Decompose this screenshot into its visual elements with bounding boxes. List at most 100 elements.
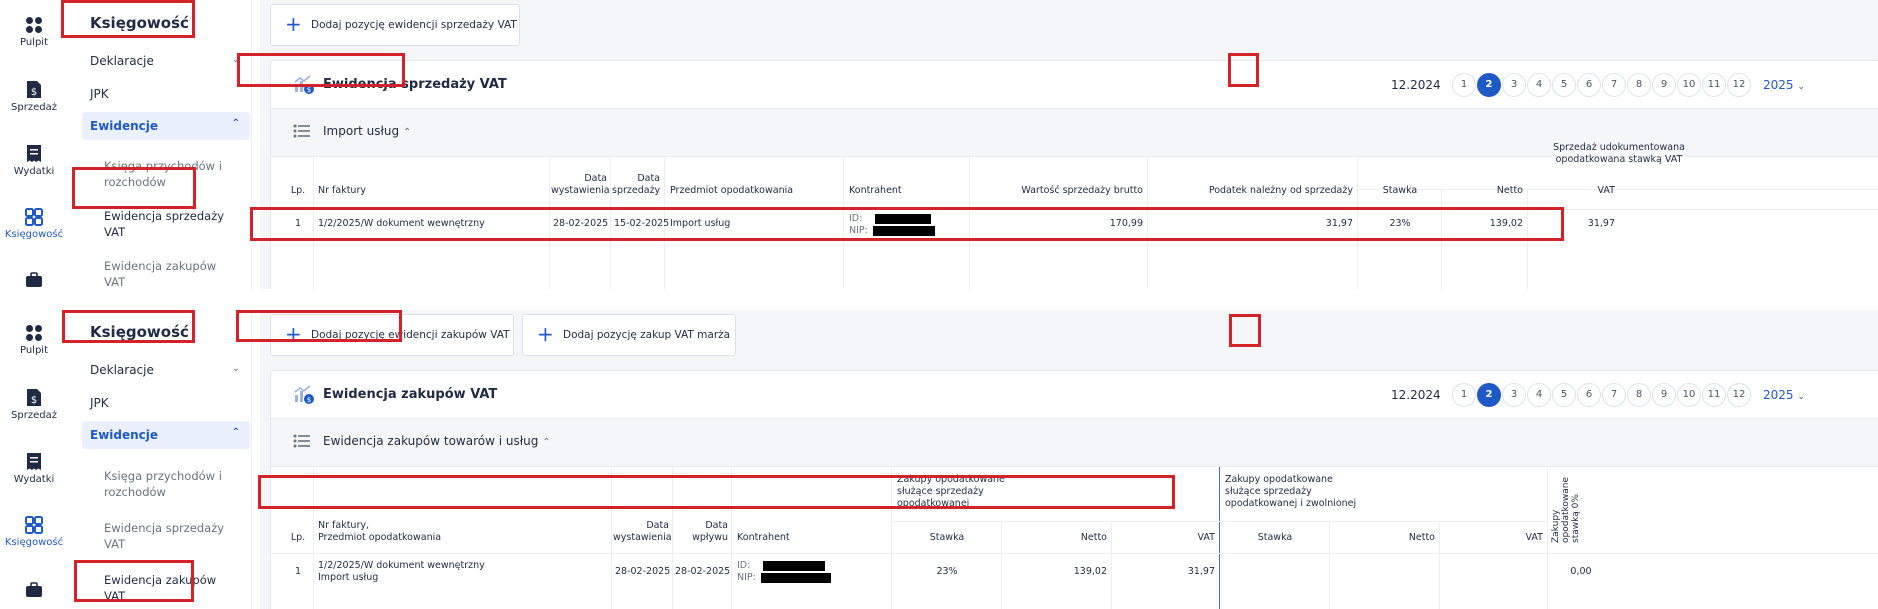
month-button[interactable]: 10 (1677, 73, 1701, 97)
rail-pulpit[interactable]: Pulpit (0, 324, 68, 356)
rail-more[interactable] (0, 272, 68, 289)
month-button[interactable]: 4 (1527, 383, 1551, 407)
col-header-line: służące sprzedaży (897, 486, 984, 497)
sidebar-subitem-ksiega[interactable]: Księga przychodów i rozchodów (104, 468, 244, 500)
sidebar: Księgowość Deklaracje ⌄ JPK Ewidencje ⌃ Ks… (68, 310, 252, 609)
col-kontrahent: Kontrahent (737, 532, 790, 543)
cell-brutto: 170,99 (1109, 218, 1143, 229)
plus-icon: + (285, 322, 302, 346)
previous-period-link[interactable]: 12.2024 (1391, 388, 1441, 402)
sidebar-item-deklaracje[interactable]: Deklaracje ⌄ (90, 54, 240, 68)
sidebar-item-jpk[interactable]: JPK (90, 396, 240, 410)
col-data-wystawienia: Data wystawienia (551, 173, 610, 197)
month-button[interactable]: 9 (1652, 73, 1676, 97)
subitem-line: VAT (104, 537, 126, 551)
sidebar-item-jpk[interactable]: JPK (90, 87, 240, 101)
grid-icon (26, 325, 42, 341)
year-select[interactable]: 2025 ⌄ (1763, 388, 1805, 402)
card-title: Ewidencja sprzedaży VAT (323, 77, 507, 92)
month-button[interactable]: 3 (1502, 73, 1526, 97)
apps-icon (25, 208, 43, 226)
month-button-selected[interactable]: 2 (1477, 383, 1501, 407)
month-button[interactable]: 5 (1552, 383, 1576, 407)
col-nr-faktury: Nr faktury, Przedmiot opodatkowania (318, 520, 441, 544)
section-header[interactable]: Ewidencja zakupów towarów i usług ⌃ (271, 419, 1878, 467)
cell-stawka: 23% (1389, 218, 1411, 229)
sidebar-item-ewidencje[interactable]: Ewidencje ⌃ (82, 112, 250, 140)
sales-register-card: $ Ewidencja sprzedaży VAT 12.2024 1 2 3 … (270, 60, 1878, 289)
cell-data-sprzedazy: 15-02-2025 (614, 218, 670, 229)
rail-sprzedaz[interactable]: $ Sprzedaż (0, 80, 68, 113)
month-button[interactable]: 11 (1702, 73, 1726, 97)
previous-period-link[interactable]: 12.2024 (1391, 78, 1441, 92)
cell-lp: 1 (294, 218, 302, 229)
sidebar-item-deklaracje[interactable]: Deklaracje ⌄ (90, 363, 240, 377)
sidebar-item-label: Deklaracje (90, 54, 154, 68)
month-button[interactable]: 5 (1552, 73, 1576, 97)
month-button[interactable]: 8 (1627, 73, 1651, 97)
icon-rail: Pulpit $ Sprzedaż Wydatki Księgowość (0, 0, 68, 289)
main-content: + Dodaj pozycję ewidencji sprzedaży VAT … (260, 0, 1878, 289)
month-button[interactable]: 11 (1702, 383, 1726, 407)
add-purchase-entry-button[interactable]: + Dodaj pozycję ewidencji zakupów VAT (270, 314, 514, 356)
cell-nr-faktury[interactable]: 1/2/2025/W dokument wewnętrzny (318, 218, 485, 230)
month-button[interactable]: 7 (1602, 383, 1626, 407)
subitem-line: rozchodów (104, 175, 166, 189)
col-header-line: Sprzedaż udokumentowana (1553, 142, 1685, 153)
sidebar-item-label: Deklaracje (90, 363, 154, 377)
sidebar-subitem-ksiega[interactable]: Księga przychodów i rozchodów (104, 158, 244, 190)
chart-coin-icon: $ (294, 75, 314, 94)
svg-text:$: $ (307, 396, 311, 404)
month-button[interactable]: 6 (1577, 383, 1601, 407)
sidebar-subitem-sprzedaz[interactable]: Ewidencja sprzedaży VAT (104, 520, 244, 552)
month-button[interactable]: 3 (1502, 383, 1526, 407)
redacted-id (875, 213, 932, 224)
cell-nr-faktury[interactable]: 1/2/2025/W dokument wewnętrzny Import usł… (318, 560, 485, 584)
sidebar-item-ewidencje[interactable]: Ewidencje ⌃ (82, 421, 250, 449)
month-button[interactable]: 12 (1727, 383, 1751, 407)
month-button[interactable]: 7 (1602, 73, 1626, 97)
subitem-line: VAT (104, 275, 126, 289)
main-content: + Dodaj pozycję ewidencji zakupów VAT + … (260, 310, 1878, 609)
month-button[interactable]: 12 (1727, 73, 1751, 97)
rail-ksiegowosc[interactable]: Księgowość (0, 208, 68, 240)
rail-ksiegowosc[interactable]: Księgowość (0, 516, 68, 548)
month-button[interactable]: 4 (1527, 73, 1551, 97)
month-button[interactable]: 6 (1577, 73, 1601, 97)
sales-register-screen: Pulpit $ Sprzedaż Wydatki Księgowość Ksi… (0, 0, 1878, 289)
col-group-sprzedaz: Sprzedaż udokumentowana opodatkowana staw… (1361, 142, 1877, 166)
rail-wydatki[interactable]: Wydatki (0, 452, 68, 485)
rail-pulpit[interactable]: Pulpit (0, 16, 68, 48)
chevron-up-icon: ⌃ (231, 118, 240, 129)
sidebar-subitem-zakupy[interactable]: Ewidencja zakupów VAT (104, 572, 244, 604)
month-button[interactable]: 1 (1452, 383, 1476, 407)
cell-data-wplywu: 28-02-2025 (675, 566, 731, 577)
col-header-line: Data (584, 173, 607, 184)
rail-label: Księgowość (4, 229, 64, 240)
rail-wydatki[interactable]: Wydatki (0, 144, 68, 177)
rail-sprzedaz[interactable]: $ Sprzedaż (0, 388, 68, 421)
month-button-selected[interactable]: 2 (1477, 73, 1501, 97)
add-margin-purchase-button[interactable]: + Dodaj pozycję zakup VAT marża (522, 314, 736, 356)
col-header-line: wystawienia (551, 185, 610, 196)
add-sales-entry-button[interactable]: + Dodaj pozycję ewidencji sprzedaży VAT (270, 4, 520, 46)
purchases-register-card: $ Ewidencja zakupów VAT 12.2024 1 2 3 4 … (270, 370, 1878, 609)
col-header-line: Przedmiot opodatkowania (318, 532, 442, 543)
col-stawka: Stawka (929, 532, 965, 543)
month-button[interactable]: 1 (1452, 73, 1476, 97)
rail-label: Sprzedaż (11, 102, 57, 113)
month-button[interactable]: 9 (1652, 383, 1676, 407)
year-select[interactable]: 2025 ⌄ (1763, 78, 1805, 92)
col-header-line: opodatkowanej i zwolnionej (1225, 498, 1357, 509)
sidebar-subitem-zakupy[interactable]: Ewidencja zakupów VAT (104, 258, 244, 289)
purchases-register-screen: Pulpit $ Sprzedaż Wydatki Księgowość Ksi… (0, 310, 1878, 609)
month-button[interactable]: 8 (1627, 383, 1651, 407)
sidebar-subitem-sprzedaz[interactable]: Ewidencja sprzedaży VAT (104, 208, 244, 240)
col-header-line: wystawienia (613, 532, 672, 543)
briefcase-icon (26, 582, 42, 597)
grid-icon (26, 17, 42, 33)
cell-przedmiot: Import usług (670, 218, 731, 229)
separator (0, 289, 1878, 310)
month-button[interactable]: 10 (1677, 383, 1701, 407)
rail-more[interactable] (0, 582, 68, 601)
